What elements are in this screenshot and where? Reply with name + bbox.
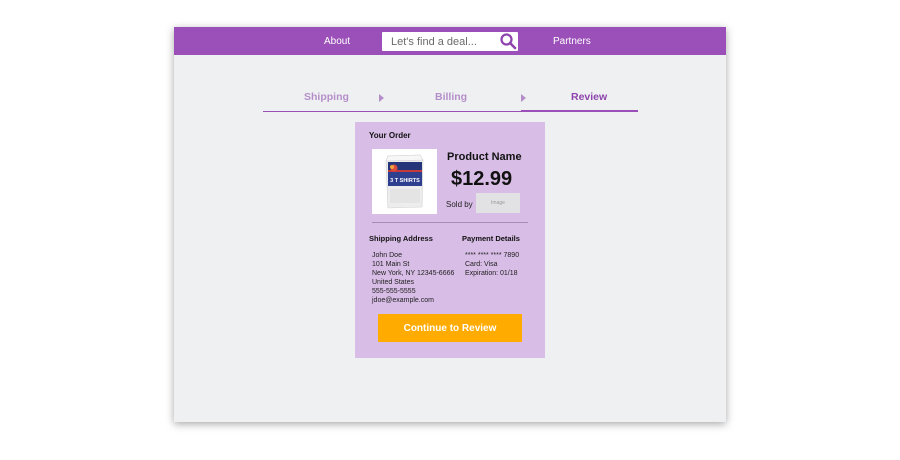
search-input[interactable] [382,32,501,51]
checkout-steps: Shipping Billing Review [263,87,638,113]
active-step-indicator [521,110,638,112]
divider [372,222,528,223]
shipping-address: John Doe 101 Main St New York, NY 12345-… [372,251,454,305]
payment-line: Card: Visa [465,261,498,268]
address-line: New York, NY 12345-6666 [372,270,455,277]
continue-to-review-button[interactable]: Continue to Review [378,314,522,342]
step-review[interactable]: Review [571,91,607,103]
payment-line: Expiration: 01/18 [465,270,518,277]
sold-by-label: Sold by [446,200,473,209]
step-arrow-icon [379,94,384,102]
step-arrow-icon [521,94,526,102]
payment-line: **** **** **** 7890 [465,252,520,259]
nav-partners-link[interactable]: Partners [553,27,591,55]
seller-logo-placeholder: Image [476,193,520,213]
step-billing[interactable]: Billing [435,91,467,103]
search-icon[interactable] [499,32,518,51]
shipping-address-title: Shipping Address [369,234,433,243]
top-nav-bar: About Partners [174,27,726,55]
your-order-heading: Your Order [369,131,411,140]
address-line: John Doe [372,252,402,259]
product-price: $12.99 [451,168,513,190]
product-package-label: 3 T SHIRTS [390,178,420,184]
step-shipping[interactable]: Shipping [304,91,349,103]
order-summary-card: Your Order 3 T SHIRTS Product Name $12.9… [355,122,545,358]
payment-details: **** **** **** 7890 Card: Visa Expiratio… [465,251,519,278]
address-line: 555-555-5555 [372,288,416,295]
address-line: United States [372,279,415,286]
address-line: 101 Main St [372,261,410,268]
payment-details-title: Payment Details [462,234,520,243]
search-box [382,32,518,51]
product-image: 3 T SHIRTS [372,149,437,214]
product-name: Product Name [447,151,522,163]
app-window: About Partners Shipping Billing Review Y… [174,27,726,422]
address-line: jdoe@example.com [372,297,434,304]
nav-about-link[interactable]: About [324,27,350,55]
